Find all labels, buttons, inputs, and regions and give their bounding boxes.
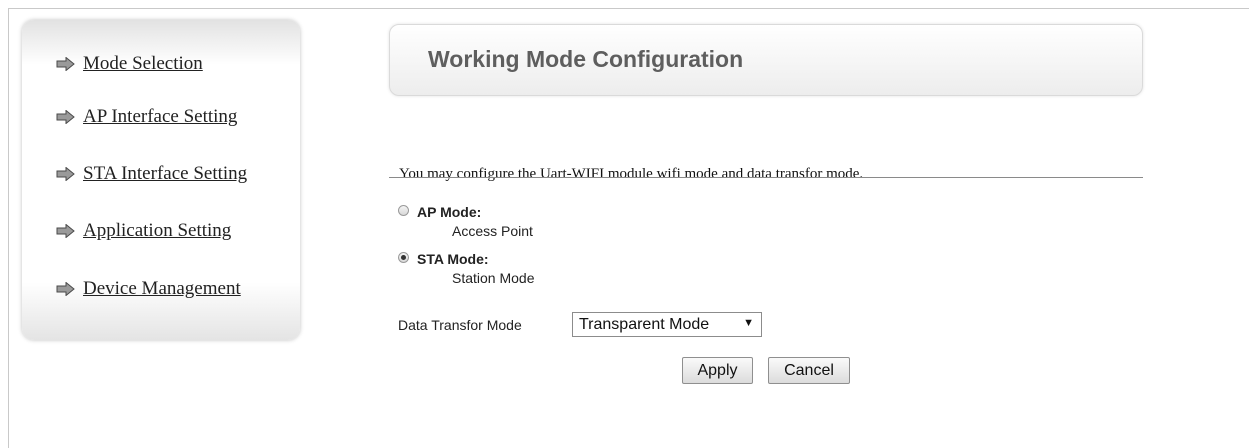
sidebar-item-label[interactable]: Device Management — [83, 278, 241, 300]
data-transfer-mode-select[interactable]: Transparent Mode ▼ — [572, 312, 762, 337]
ap-mode-label: AP Mode: — [417, 204, 482, 220]
sta-mode-description: Station Mode — [452, 270, 535, 286]
page-header: Working Mode Configuration — [389, 24, 1143, 96]
page-description: You may configure the Uart-WIFI module w… — [399, 166, 864, 182]
ap-mode-radio[interactable] — [398, 205, 409, 216]
arrow-right-icon — [56, 167, 75, 181]
sta-mode-label: STA Mode: — [417, 251, 489, 267]
arrow-right-icon — [56, 282, 75, 296]
data-transfer-mode-label: Data Transfor Mode — [398, 317, 522, 333]
sidebar-item-application-setting[interactable]: Application Setting — [56, 220, 231, 242]
sidebar-item-label[interactable]: STA Interface Setting — [83, 163, 247, 185]
arrow-right-icon — [56, 57, 75, 71]
sidebar-item-sta-interface-setting[interactable]: STA Interface Setting — [56, 163, 247, 185]
arrow-right-icon — [56, 110, 75, 124]
sidebar-item-label[interactable]: AP Interface Setting — [83, 106, 237, 128]
chevron-down-icon: ▼ — [743, 317, 754, 329]
cancel-button[interactable]: Cancel — [768, 357, 850, 384]
sidebar-item-label[interactable]: Application Setting — [83, 220, 231, 242]
sidebar-item-ap-interface-setting[interactable]: AP Interface Setting — [56, 106, 237, 128]
sidebar-item-mode-selection[interactable]: Mode Selection — [56, 53, 203, 75]
page-title: Working Mode Configuration — [428, 46, 744, 72]
apply-button[interactable]: Apply — [682, 357, 753, 384]
sidebar-item-device-management[interactable]: Device Management — [56, 278, 241, 300]
divider — [389, 177, 1143, 178]
sta-mode-radio[interactable] — [398, 252, 409, 263]
sidebar-menu: Mode Selection AP Interface Setting STA … — [22, 20, 300, 340]
ap-mode-description: Access Point — [452, 223, 533, 239]
data-transfer-mode-value: Transparent Mode — [579, 316, 710, 333]
sidebar-item-label[interactable]: Mode Selection — [83, 53, 203, 75]
arrow-right-icon — [56, 224, 75, 238]
